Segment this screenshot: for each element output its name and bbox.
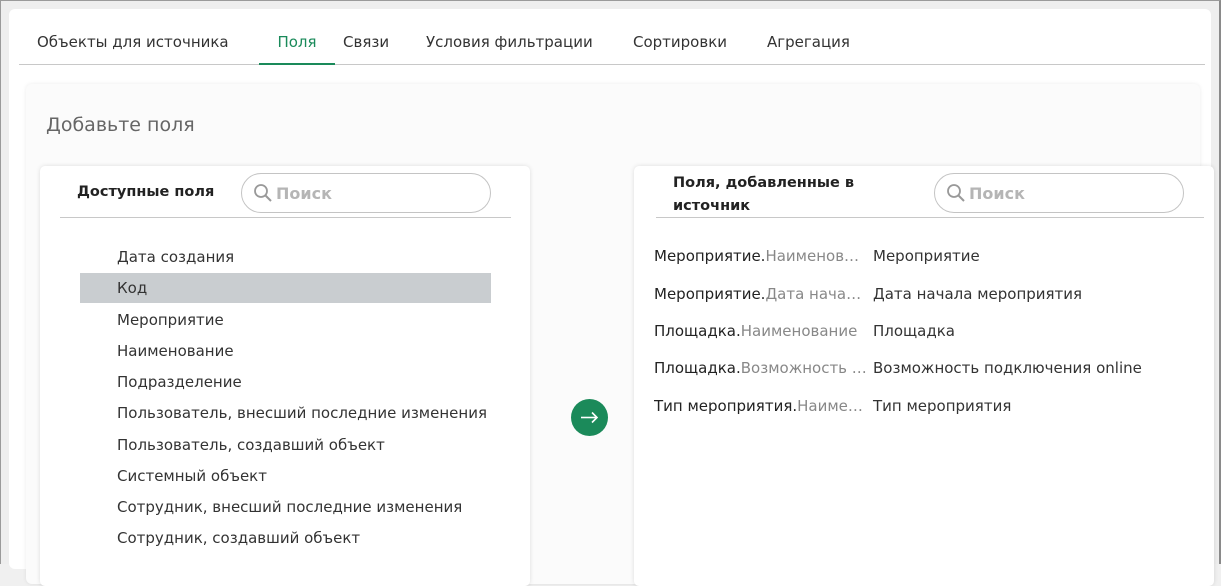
list-item[interactable]: Наименование <box>80 336 491 366</box>
list-item[interactable]: Системный объект <box>80 461 491 491</box>
added-field-path: Мероприятие.Наименов… <box>654 244 869 268</box>
added-field-display-name: Возможность подключения online <box>873 359 1142 377</box>
available-search-box <box>241 173 491 213</box>
added-fields-title-line2: источник <box>673 198 751 214</box>
added-field-display-name: Мероприятие <box>873 247 980 265</box>
tab-fields[interactable]: Поля <box>259 9 335 65</box>
added-fields-title: Поля, добавленные в источник <box>673 172 854 218</box>
object-name: Площадка. <box>654 322 741 340</box>
list-item[interactable]: Пользователь, создавший объект <box>80 430 491 460</box>
list-item[interactable]: Мероприятие <box>80 305 491 335</box>
object-name: Площадка. <box>654 359 741 377</box>
available-fields-card: Доступные поля Дата создания Код Меропри… <box>40 166 530 586</box>
field-name: Наименование <box>740 322 858 340</box>
divider <box>60 217 511 218</box>
divider <box>656 217 1204 218</box>
field-name: Наиме… <box>797 397 863 415</box>
list-item[interactable]: Сотрудник, внесший последние изменения <box>80 492 491 522</box>
added-field-path: Тип мероприятия.Наиме… <box>654 394 869 418</box>
tab-aggregation[interactable]: Агрегация <box>767 9 850 65</box>
list-item[interactable]: Сотрудник, создавший объект <box>80 523 491 553</box>
field-name: Наименов… <box>765 247 860 265</box>
tab-bar: Объекты для источника Поля Связи Условия… <box>19 9 1205 65</box>
fields-panel: Добавьте поля Доступные поля Дата создан… <box>26 84 1214 586</box>
list-item-selected[interactable]: Код <box>80 273 491 303</box>
list-item[interactable]: Дата создания <box>80 242 491 272</box>
list-item[interactable]: Пользователь, внесший последние изменени… <box>80 398 491 428</box>
list-item[interactable]: Подразделение <box>80 367 491 397</box>
tab-source-objects[interactable]: Объекты для источника <box>37 9 229 65</box>
available-search-input[interactable] <box>274 180 464 206</box>
added-field-row[interactable]: Площадка.Наименование Площадка <box>654 319 1194 343</box>
tab-sorting[interactable]: Сортировки <box>633 9 727 65</box>
added-field-row[interactable]: Тип мероприятия.Наиме… Тип мероприятия <box>654 394 1194 418</box>
tab-filter-conditions[interactable]: Условия фильтрации <box>426 9 593 65</box>
object-name: Мероприятие. <box>654 285 766 303</box>
object-name: Мероприятие. <box>654 247 766 265</box>
window-frame: Объекты для источника Поля Связи Условия… <box>0 0 1221 586</box>
added-field-display-name: Дата начала мероприятия <box>873 285 1083 303</box>
page-title: Добавьте поля <box>46 114 195 136</box>
field-name: Возможность … <box>740 359 867 377</box>
field-name: Дата нача… <box>765 285 862 303</box>
tab-relations[interactable]: Связи <box>343 9 389 65</box>
available-fields-title: Доступные поля <box>77 184 215 200</box>
added-field-path: Площадка.Возможность … <box>654 356 869 380</box>
added-field-path: Площадка.Наименование <box>654 319 869 343</box>
added-field-row[interactable]: Мероприятие.Дата нача… Дата начала мероп… <box>654 282 1194 306</box>
search-icon <box>946 183 966 203</box>
added-field-path: Мероприятие.Дата нача… <box>654 282 869 306</box>
source-editor: Объекты для источника Поля Связи Условия… <box>9 9 1214 586</box>
added-search-box <box>934 173 1184 213</box>
added-fields-card: Поля, добавленные в источник Мероприятие… <box>634 166 1214 586</box>
added-field-row[interactable]: Мероприятие.Наименов… Мероприятие <box>654 244 1194 268</box>
added-search-input[interactable] <box>967 180 1157 206</box>
added-field-row[interactable]: Площадка.Возможность … Возможность подкл… <box>654 356 1194 380</box>
added-field-display-name: Площадка <box>873 322 955 340</box>
added-fields-title-line1: Поля, добавленные в <box>673 175 855 191</box>
search-icon <box>253 183 273 203</box>
arrow-right-icon <box>581 411 599 424</box>
object-name: Тип мероприятия. <box>654 397 798 415</box>
added-field-display-name: Тип мероприятия <box>873 397 1012 415</box>
add-field-button[interactable] <box>571 399 608 436</box>
